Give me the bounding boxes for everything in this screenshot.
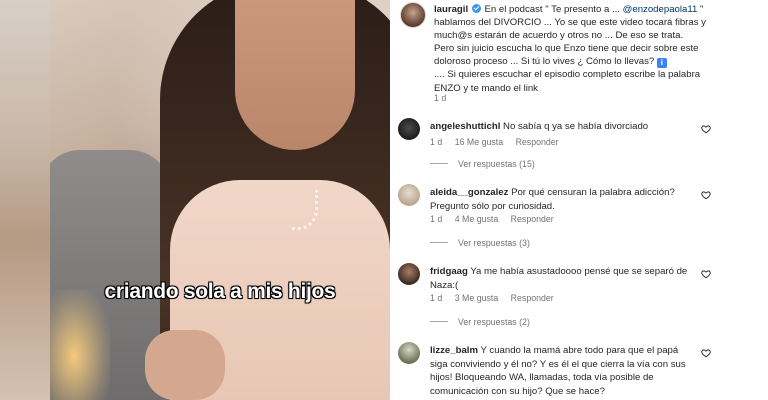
view-replies-button[interactable]: Ver respuestas (2) <box>430 317 530 327</box>
post-text-part-1: En el podcast " Te presento a ... <box>484 4 623 15</box>
video-caption: criando sola a mis hijos <box>104 280 336 303</box>
replies-divider <box>430 321 448 322</box>
video-person-face <box>235 0 355 150</box>
post-mention-link[interactable]: @enzodepaola11 <box>623 4 698 15</box>
commenter-avatar[interactable] <box>398 263 420 285</box>
comment-meta: 1 d 4 Me gusta Responder <box>430 214 564 224</box>
commenter-avatar[interactable] <box>398 184 420 206</box>
like-heart-icon[interactable] <box>701 190 711 200</box>
post-timestamp[interactable]: 1 d <box>434 93 446 103</box>
comment-time[interactable]: 1 d <box>430 137 442 147</box>
comment-meta: 1 d 3 Me gusta Responder <box>430 293 564 303</box>
commenter-username[interactable]: aleida__gonzalez <box>430 187 508 198</box>
page-margin <box>718 0 768 400</box>
video-person-hand <box>145 330 225 400</box>
commenter-avatar[interactable] <box>398 118 420 140</box>
reply-button[interactable]: Responder <box>516 137 559 147</box>
post-caption: lauragil En el podcast " Te presento a .… <box>434 3 706 95</box>
post-text-part-3: .... Si quieres escuchar el episodio com… <box>434 69 701 94</box>
info-icon: i <box>656 58 667 69</box>
reel-video[interactable]: criando sola a mis hijos <box>50 0 390 400</box>
reply-button[interactable]: Responder <box>511 214 554 224</box>
commenter-username[interactable]: lizze_balm <box>430 345 478 356</box>
view-replies-button[interactable]: Ver respuestas (15) <box>430 159 535 169</box>
reply-button[interactable]: Responder <box>511 293 554 303</box>
commenter-avatar[interactable] <box>398 342 420 364</box>
view-replies-label: Ver respuestas (15) <box>458 159 535 169</box>
view-replies-label: Ver respuestas (3) <box>458 238 530 248</box>
replies-divider <box>430 242 448 243</box>
commenter-username[interactable]: angeleshuttichl <box>430 121 500 132</box>
comment-body: angeleshuttichl No sabía q ya se había d… <box>430 120 692 134</box>
replies-divider <box>430 163 448 164</box>
like-heart-icon[interactable] <box>701 124 711 134</box>
blurred-backdrop <box>0 0 50 400</box>
comment-likes[interactable]: 3 Me gusta <box>455 293 499 303</box>
comment-time[interactable]: 1 d <box>430 293 442 303</box>
post-author-username[interactable]: lauragil <box>434 4 468 15</box>
comment-body: lizze_balm Y cuando la mamá abre todo pa… <box>430 344 692 398</box>
comment-likes[interactable]: 16 Me gusta <box>455 137 503 147</box>
verified-badge-icon <box>471 4 481 13</box>
comment-text: No sabía q ya se había divorciado <box>503 121 649 132</box>
comment-time[interactable]: 1 d <box>430 214 442 224</box>
like-heart-icon[interactable] <box>701 348 711 358</box>
video-lamp <box>50 290 110 400</box>
comment-body: fridgaag Ya me había asustadoooo pensé q… <box>430 265 692 292</box>
view-replies-label: Ver respuestas (2) <box>458 317 530 327</box>
comment-meta: 1 d 16 Me gusta Responder <box>430 137 569 147</box>
comments-panel: lauragil En el podcast " Te presento a .… <box>390 0 718 400</box>
like-heart-icon[interactable] <box>701 269 711 279</box>
commenter-username[interactable]: fridgaag <box>430 266 468 277</box>
comment-likes[interactable]: 4 Me gusta <box>455 214 499 224</box>
comment-text: Ya me había asustadoooo pensé que se sep… <box>430 266 688 291</box>
comment-body: aleida__gonzalez Por qué censuran la pal… <box>430 186 692 213</box>
post-author-avatar[interactable] <box>400 2 426 28</box>
view-replies-button[interactable]: Ver respuestas (3) <box>430 238 530 248</box>
